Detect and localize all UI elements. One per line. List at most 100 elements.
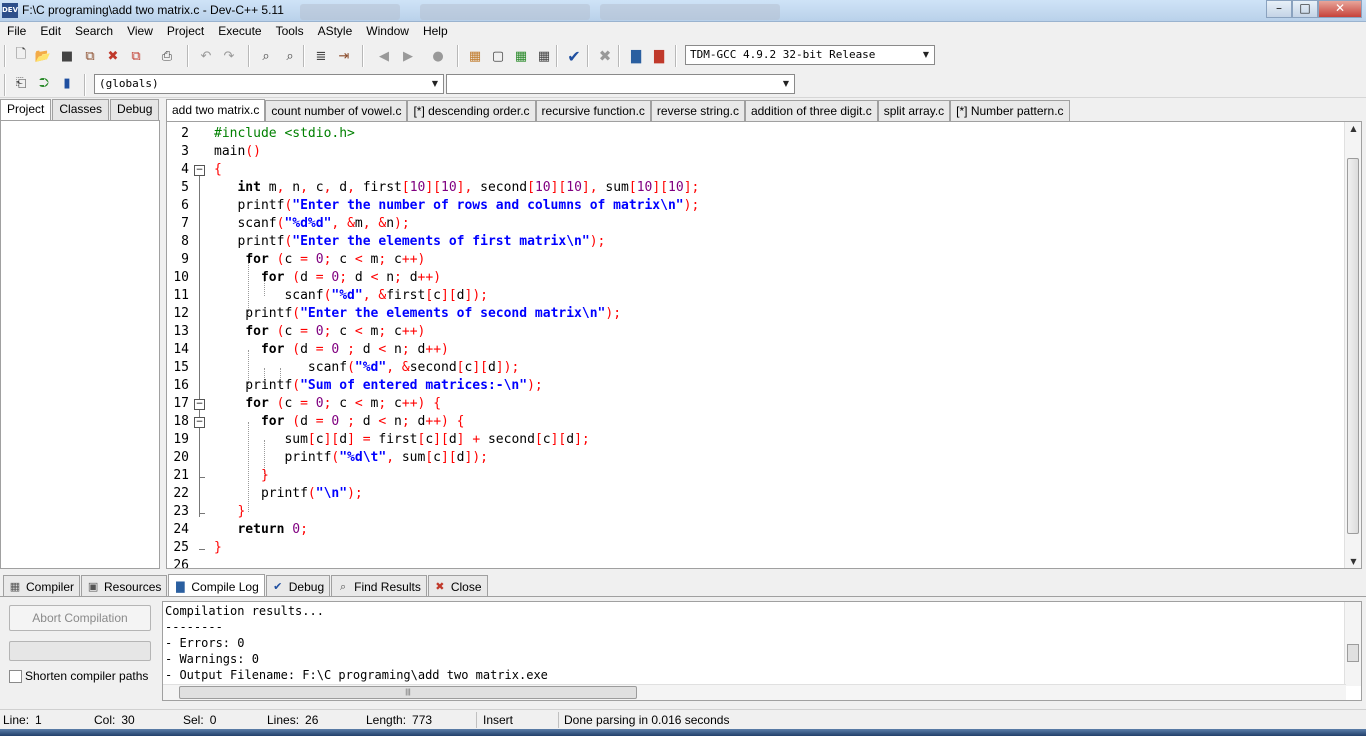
run-icon[interactable]: ▢ bbox=[488, 46, 508, 66]
tab-classes[interactable]: Classes bbox=[52, 99, 110, 120]
file-tab[interactable]: count number of vowel.c bbox=[265, 100, 408, 121]
tab-find-results[interactable]: ⌕ Find Results bbox=[331, 575, 427, 596]
code-line[interactable]: #include <stdio.h> bbox=[214, 125, 699, 143]
log-vertical-scrollbar[interactable] bbox=[1344, 602, 1361, 686]
redo-icon[interactable]: ↷ bbox=[219, 46, 239, 66]
code-line[interactable]: main() bbox=[214, 143, 699, 161]
code-line[interactable]: printf("Enter the number of rows and col… bbox=[214, 197, 699, 215]
tab-debug[interactable]: Debug bbox=[110, 99, 160, 120]
code-line[interactable]: scanf("%d", &second[c][d]); bbox=[214, 359, 699, 377]
menu-search[interactable]: Search bbox=[68, 22, 120, 41]
menu-project[interactable]: Project bbox=[160, 22, 211, 41]
scrollbar-thumb[interactable] bbox=[1347, 644, 1359, 662]
menu-execute[interactable]: Execute bbox=[211, 22, 268, 41]
save-icon[interactable]: ■ bbox=[57, 46, 77, 66]
scope-select[interactable]: (globals) ▼ bbox=[94, 74, 444, 94]
code-line[interactable]: { bbox=[214, 161, 699, 179]
insert-icon[interactable]: ⮊ bbox=[34, 73, 54, 93]
code-line[interactable]: sum[c][d] = first[c][d] + second[c][d]; bbox=[214, 431, 699, 449]
code-line[interactable]: for (d = 0 ; d < n; d++) bbox=[214, 341, 699, 359]
fold-collapse-icon[interactable]: − bbox=[194, 165, 205, 176]
code-line[interactable]: int m, n, c, d, first[10][10], second[10… bbox=[214, 179, 699, 197]
code-line[interactable]: printf("Enter the elements of first matr… bbox=[214, 233, 699, 251]
code-area[interactable]: #include <stdio.h> main(){ int m, n, c, d… bbox=[214, 125, 699, 568]
fold-collapse-icon[interactable]: − bbox=[194, 417, 205, 428]
close-all-icon[interactable]: ⧉ bbox=[126, 46, 146, 66]
indent-icon[interactable]: ≣ bbox=[311, 46, 331, 66]
file-tab[interactable]: recursive function.c bbox=[535, 100, 651, 121]
file-tab[interactable]: add two matrix.c bbox=[166, 99, 266, 121]
open-file-icon[interactable]: 📂 bbox=[33, 46, 53, 66]
code-line[interactable]: return 0; bbox=[214, 521, 699, 539]
save-all-icon[interactable]: ⧉ bbox=[80, 46, 100, 66]
prev-page-icon[interactable]: ◀ bbox=[374, 46, 394, 66]
rebuild-icon[interactable]: ▦ bbox=[534, 46, 554, 66]
code-line[interactable]: printf("%d\t", sum[c][d]); bbox=[214, 449, 699, 467]
code-line[interactable]: printf("Enter the elements of second mat… bbox=[214, 305, 699, 323]
new-file-icon[interactable]: 🗋 bbox=[11, 46, 31, 66]
code-line[interactable]: for (c = 0; c < m; c++) { bbox=[214, 395, 699, 413]
close-file-icon[interactable]: ✖ bbox=[103, 46, 123, 66]
tab-compile-log[interactable]: ▇ Compile Log bbox=[168, 574, 265, 597]
tab-project[interactable]: Project bbox=[0, 99, 52, 121]
menu-view[interactable]: View bbox=[120, 22, 160, 41]
next-page-icon[interactable]: ▶ bbox=[398, 46, 418, 66]
code-line[interactable] bbox=[214, 557, 699, 568]
abort-compilation-button[interactable]: Abort Compilation bbox=[9, 605, 151, 631]
undo-icon[interactable]: ↶ bbox=[196, 46, 216, 66]
tab-compiler[interactable]: ▦ Compiler bbox=[3, 575, 81, 596]
tab-debug-bottom[interactable]: ✔ Debug bbox=[265, 575, 331, 596]
compile-run-icon[interactable]: ▦ bbox=[511, 46, 531, 66]
close-window-button[interactable]: ✕ bbox=[1318, 0, 1362, 18]
fold-collapse-icon[interactable]: − bbox=[194, 399, 205, 410]
menu-astyle[interactable]: AStyle bbox=[311, 22, 360, 41]
profile-chart-icon[interactable]: ▇ bbox=[626, 46, 646, 66]
stop-execution-icon[interactable]: ✖ bbox=[595, 46, 615, 66]
toggle-bookmark-icon[interactable]: ▮ bbox=[57, 73, 77, 93]
code-editor[interactable]: 2 3 4 5 6 7 8 9 10 11 12 13 14 15 16 17 18 19 20 21 22 23 24 25… bbox=[166, 121, 1362, 569]
function-select[interactable]: ▼ bbox=[446, 74, 795, 94]
new-class-icon[interactable]: ⎗ bbox=[11, 73, 31, 93]
menu-edit[interactable]: Edit bbox=[33, 22, 68, 41]
maximize-button[interactable]: □ bbox=[1292, 0, 1318, 18]
file-tab[interactable]: split array.c bbox=[877, 100, 951, 121]
code-line[interactable]: for (c = 0; c < m; c++) bbox=[214, 251, 699, 269]
shorten-paths-option[interactable]: Shorten compiler paths bbox=[9, 669, 148, 683]
file-tab[interactable]: [*] descending order.c bbox=[407, 100, 536, 121]
find-icon[interactable]: ⌕ bbox=[256, 46, 276, 66]
menu-tools[interactable]: Tools bbox=[269, 22, 311, 41]
scrollbar-thumb[interactable] bbox=[1347, 158, 1359, 534]
syntax-check-icon[interactable]: ✔ bbox=[564, 46, 584, 66]
code-line[interactable]: } bbox=[214, 503, 699, 521]
log-horizontal-scrollbar[interactable]: ||| bbox=[163, 684, 1346, 700]
scrollbar-thumb[interactable]: ||| bbox=[179, 686, 637, 699]
code-line[interactable]: scanf("%d", &first[c][d]); bbox=[214, 287, 699, 305]
scroll-up-icon[interactable]: ▲ bbox=[1345, 124, 1361, 133]
file-tab[interactable]: addition of three digit.c bbox=[744, 100, 878, 121]
minimize-button[interactable]: – bbox=[1266, 0, 1292, 18]
compile-icon[interactable]: ▦ bbox=[465, 46, 485, 66]
bookmark-icon[interactable]: ● bbox=[428, 46, 448, 66]
file-tab[interactable]: reverse string.c bbox=[650, 100, 745, 121]
replace-icon[interactable]: ⌕ bbox=[280, 46, 300, 66]
code-line[interactable]: printf("Sum of entered matrices:-\n"); bbox=[214, 377, 699, 395]
delete-profile-icon[interactable]: ▇ bbox=[649, 46, 669, 66]
code-line[interactable]: } bbox=[214, 467, 699, 485]
file-tab[interactable]: [*] Number pattern.c bbox=[950, 100, 1070, 121]
code-line[interactable]: printf("\n"); bbox=[214, 485, 699, 503]
code-line[interactable]: for (c = 0; c < m; c++) bbox=[214, 323, 699, 341]
menu-window[interactable]: Window bbox=[359, 22, 416, 41]
shorten-paths-checkbox[interactable] bbox=[9, 669, 22, 683]
code-line[interactable]: for (d = 0; d < n; d++) bbox=[214, 269, 699, 287]
project-browser[interactable] bbox=[0, 120, 160, 569]
editor-vertical-scrollbar[interactable]: ▲ ▼ bbox=[1344, 122, 1361, 568]
code-line[interactable]: for (d = 0 ; d < n; d++) { bbox=[214, 413, 699, 431]
tab-close[interactable]: ✖ Close bbox=[427, 575, 488, 596]
menu-file[interactable]: File bbox=[0, 22, 33, 41]
code-line[interactable]: scanf("%d%d", &m, &n); bbox=[214, 215, 699, 233]
code-line[interactable]: } bbox=[214, 539, 699, 557]
tab-resources[interactable]: ▣ Resources bbox=[81, 575, 168, 596]
goto-line-icon[interactable]: ⇥ bbox=[334, 46, 354, 66]
compile-log-output[interactable]: Compilation results... -------- - Errors: … bbox=[162, 601, 1362, 701]
menu-help[interactable]: Help bbox=[416, 22, 455, 41]
